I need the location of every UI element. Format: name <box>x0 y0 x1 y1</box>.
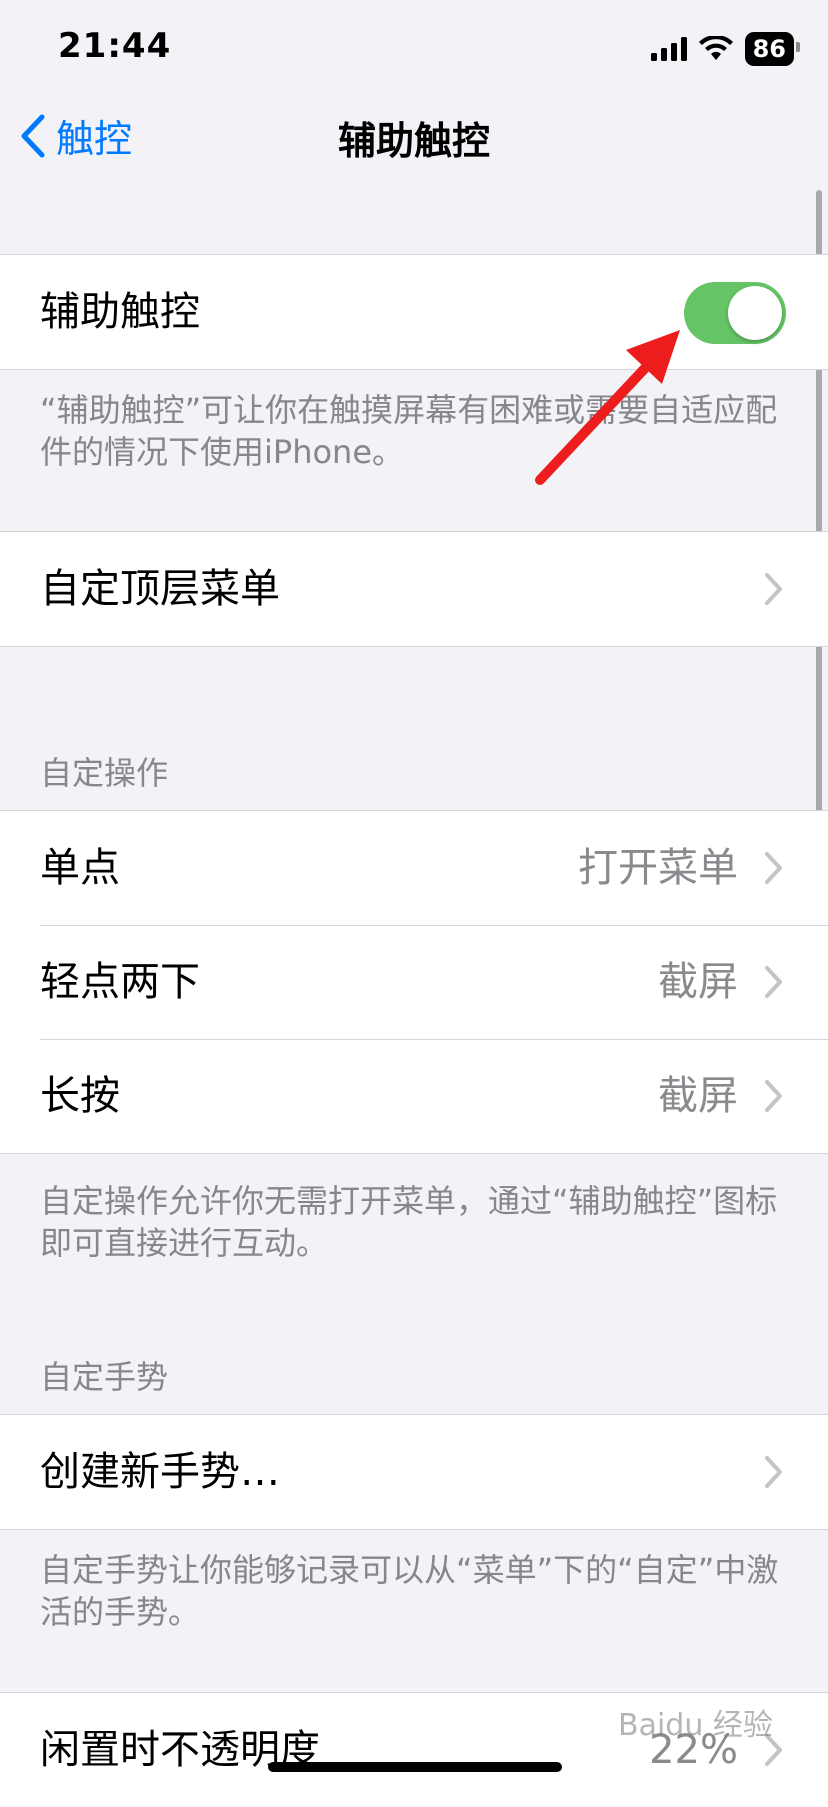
custom-action-value: 截屏 <box>658 959 738 1005</box>
chevron-right-icon <box>765 966 782 998</box>
create-new-gesture-label: 创建新手势… <box>40 1449 280 1495</box>
custom-action-row-long-press[interactable]: 长按 截屏 <box>0 1039 828 1153</box>
create-new-gesture-row[interactable]: 创建新手势… <box>0 1415 828 1529</box>
custom-gestures-footer: 自定手势让你能够记录可以从“菜单”下的“自定”中激活的手势。 <box>40 1551 779 1631</box>
chevron-right-icon <box>765 852 782 884</box>
section-header-custom-actions: 自定操作 <box>40 754 169 792</box>
annotation-arrow-icon <box>535 330 680 485</box>
idle-opacity-label: 闲置时不透明度 <box>40 1727 320 1773</box>
watermark: Baidu 经验 <box>618 1708 773 1743</box>
custom-action-row-single-tap[interactable]: 单点 打开菜单 <box>0 811 828 925</box>
home-indicator[interactable] <box>268 1762 562 1772</box>
custom-gestures-group: 创建新手势… <box>0 1414 828 1530</box>
chevron-right-icon <box>765 1456 782 1488</box>
custom-action-label: 单点 <box>40 845 120 891</box>
custom-actions-group: 单点 打开菜单 轻点两下 截屏 长按 截屏 <box>0 810 828 1154</box>
chevron-right-icon <box>765 1080 782 1112</box>
custom-action-value: 打开菜单 <box>578 845 738 891</box>
custom-action-label: 轻点两下 <box>40 959 200 1005</box>
section-header-custom-gestures: 自定手势 <box>40 1358 169 1396</box>
custom-action-row-double-tap[interactable]: 轻点两下 截屏 <box>0 925 828 1039</box>
custom-actions-footer: 自定操作允许你无需打开菜单，通过“辅助触控”图标即可直接进行互动。 <box>40 1182 778 1262</box>
custom-action-value: 截屏 <box>658 1073 738 1119</box>
custom-action-label: 长按 <box>40 1073 120 1119</box>
